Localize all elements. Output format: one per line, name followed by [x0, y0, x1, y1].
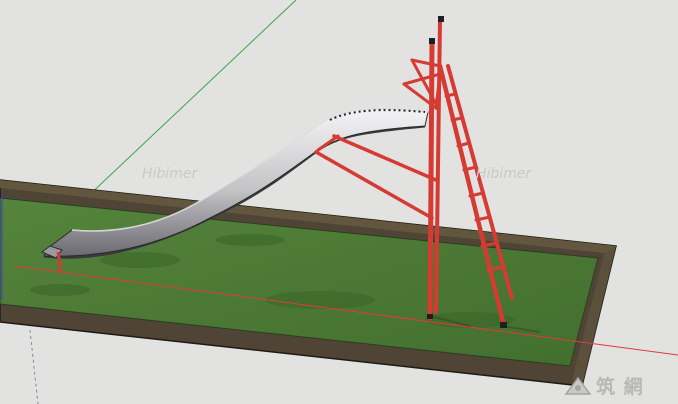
post-cap-tall — [438, 16, 444, 22]
post-foot-left — [427, 314, 433, 319]
dashed-axis-line — [29, 329, 39, 404]
post-cap-short — [429, 38, 435, 44]
logo-dot-icon — [575, 385, 581, 391]
post-foot-right — [500, 322, 507, 328]
watermark-right: Hibimer — [476, 166, 532, 182]
logo-text: 筑 網 — [596, 375, 644, 398]
site-logo: 筑 網 — [564, 375, 644, 398]
sketchup-viewport[interactable]: Hibimer Hibimer 筑 網 — [0, 0, 678, 404]
watermark-left: Hibimer — [142, 166, 198, 182]
